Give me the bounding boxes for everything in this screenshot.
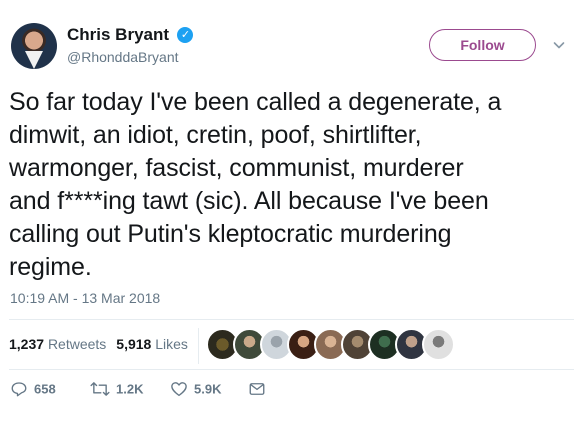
heart-icon — [171, 382, 187, 397]
retweets-stat[interactable]: 1,237 Retweets — [9, 336, 106, 352]
retweet-count: 1.2K — [116, 381, 144, 397]
author-avatar[interactable] — [11, 23, 57, 69]
like-button[interactable]: 5.9K — [170, 380, 221, 398]
author-name[interactable]: Chris Bryant — [67, 25, 169, 45]
tweet-actions: 658 1.2K 5.9K — [0, 380, 583, 404]
divider — [9, 319, 574, 320]
stats-separator — [198, 328, 199, 364]
divider — [9, 369, 574, 370]
tweet-timestamp[interactable]: 10:19 AM - 13 Mar 2018 — [10, 290, 160, 306]
retweets-label: Retweets — [47, 336, 107, 352]
retweet-button[interactable]: 1.2K — [90, 380, 143, 398]
tweet-stats: 1,237 Retweets 5,918 Likes — [9, 336, 188, 352]
like-count: 5.9K — [194, 381, 222, 397]
direct-message-button[interactable] — [248, 380, 272, 398]
reply-count: 658 — [34, 381, 56, 397]
tweet-text: So far today I've been called a degenera… — [9, 88, 502, 281]
retweets-count: 1,237 — [9, 336, 45, 352]
reply-icon — [11, 382, 27, 397]
likes-stat[interactable]: 5,918 Likes — [116, 336, 188, 352]
envelope-icon — [249, 383, 265, 395]
chevron-down-icon[interactable] — [553, 39, 565, 51]
retweet-icon — [90, 382, 110, 396]
likes-label: Likes — [155, 336, 188, 352]
follow-button[interactable]: Follow — [429, 29, 536, 61]
liker-avatar[interactable] — [422, 328, 455, 361]
reply-button[interactable]: 658 — [10, 380, 56, 398]
author-handle[interactable]: @RhonddaBryant — [67, 49, 179, 65]
likes-count: 5,918 — [116, 336, 152, 352]
author-name-row: Chris Bryant ✓ — [67, 25, 194, 45]
verified-badge-icon: ✓ — [177, 27, 194, 43]
